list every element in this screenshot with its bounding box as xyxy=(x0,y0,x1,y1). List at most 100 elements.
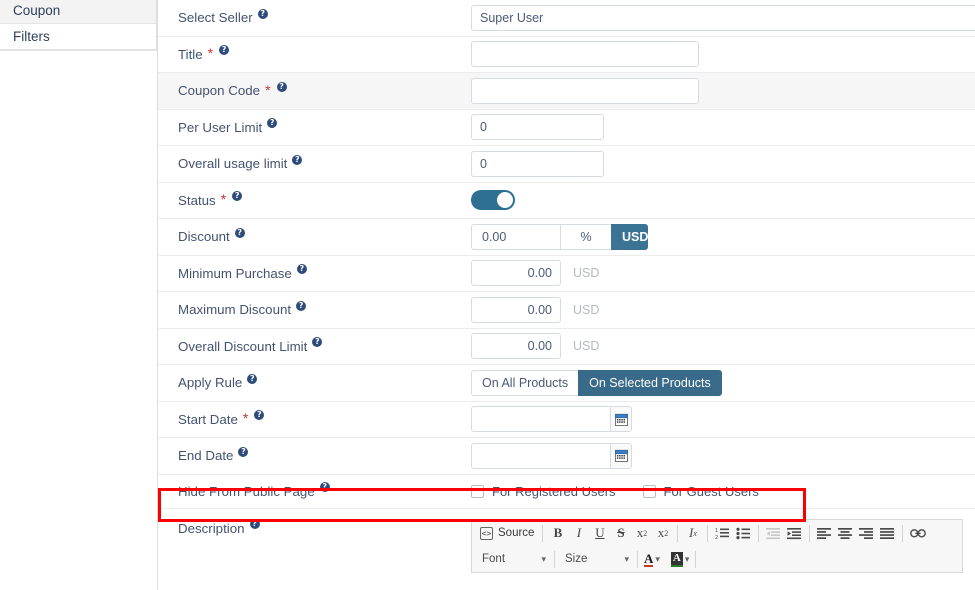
help-icon[interactable]: ? xyxy=(232,191,243,202)
overall-usage-limit-input[interactable] xyxy=(471,150,604,177)
bold-icon[interactable]: B xyxy=(547,523,568,544)
font-size-select[interactable]: Size ▾ xyxy=(559,549,633,570)
toolbar-separator xyxy=(637,550,638,568)
field-maximum-discount: USD xyxy=(471,296,599,323)
label-title: Title * ? xyxy=(178,45,471,62)
checkbox-box[interactable] xyxy=(471,484,484,498)
label-end-date: End Date ? xyxy=(178,446,471,463)
coupon-code-input[interactable] xyxy=(471,77,699,104)
label-text: Start Date xyxy=(178,411,238,427)
toolbar-separator xyxy=(707,524,709,542)
start-date-input[interactable] xyxy=(471,406,611,433)
help-icon[interactable]: ? xyxy=(249,519,260,529)
source-button[interactable]: <> Source xyxy=(476,523,538,543)
discount-percent-button[interactable]: % xyxy=(560,223,612,250)
toolbar-separator xyxy=(554,550,555,568)
help-icon[interactable]: ? xyxy=(247,373,258,384)
field-description: <> Source B I U S x2 x2 Ix 1 2 Font ▾ Si… xyxy=(471,518,963,573)
checkbox-box[interactable] xyxy=(642,484,656,498)
source-button-label: Source xyxy=(498,527,535,539)
font-family-select[interactable]: Font ▾ xyxy=(476,549,550,570)
label-select-seller: Select Seller ? xyxy=(178,8,471,25)
field-select-seller xyxy=(471,4,975,31)
checkbox-for-registered-users[interactable]: For Registered Users xyxy=(471,484,616,499)
status-toggle[interactable] xyxy=(471,190,515,211)
align-justify-icon[interactable] xyxy=(877,523,898,544)
help-icon[interactable]: ? xyxy=(276,81,287,92)
help-icon[interactable]: ? xyxy=(238,446,249,457)
overall-discount-limit-input[interactable] xyxy=(471,333,561,360)
align-center-icon[interactable] xyxy=(835,523,856,544)
discount-currency-button[interactable]: USD xyxy=(611,223,648,250)
field-apply-rule: On All Products On Selected Products xyxy=(471,369,722,396)
help-icon[interactable]: ? xyxy=(254,410,265,421)
sidebar-menu: Coupon Filters xyxy=(0,0,157,51)
remove-format-icon[interactable]: Ix xyxy=(682,523,703,544)
source-code-icon: <> xyxy=(480,526,493,540)
help-icon[interactable]: ? xyxy=(234,227,245,238)
help-icon[interactable]: ? xyxy=(319,482,330,492)
row-title: Title * ? xyxy=(158,36,975,73)
label-maximum-discount: Maximum Discount ? xyxy=(178,300,471,318)
sidebar-item-coupon-label: Coupon xyxy=(13,3,61,18)
help-icon[interactable]: ? xyxy=(257,8,268,19)
discount-amount-input[interactable] xyxy=(471,223,561,250)
background-color-button[interactable]: A ▾ xyxy=(669,551,691,567)
row-minimum-purchase: Minimum Purchase ? USD xyxy=(158,255,975,292)
help-icon[interactable]: ? xyxy=(312,337,323,348)
font-size-label: Size xyxy=(565,553,588,565)
help-icon[interactable]: ? xyxy=(296,300,307,311)
field-per-user-limit xyxy=(471,114,604,141)
row-start-date: Start Date * ? xyxy=(158,401,975,438)
numbered-list-icon[interactable]: 12 xyxy=(712,523,733,544)
svg-text:2: 2 xyxy=(715,535,718,540)
bulleted-list-icon[interactable] xyxy=(733,523,754,544)
align-left-icon[interactable] xyxy=(814,523,835,544)
subscript-icon[interactable]: x2 xyxy=(631,523,652,544)
field-end-date xyxy=(471,442,632,469)
field-coupon-code xyxy=(471,77,699,104)
end-date-input[interactable] xyxy=(471,442,611,469)
title-input[interactable] xyxy=(471,41,699,68)
label-minimum-purchase: Minimum Purchase ? xyxy=(178,264,471,281)
select-seller-input[interactable] xyxy=(471,4,975,31)
apply-rule-option-selected[interactable]: On Selected Products xyxy=(578,369,722,396)
link-icon[interactable] xyxy=(907,523,929,544)
row-overall-usage-limit: Overall usage limit ? xyxy=(158,146,975,183)
italic-icon[interactable]: I xyxy=(568,523,589,544)
row-end-date: End Date ? xyxy=(158,438,975,475)
toolbar-separator xyxy=(695,550,697,568)
sidebar-item-coupon[interactable]: Coupon xyxy=(0,0,156,24)
increase-indent-icon[interactable] xyxy=(784,523,805,544)
minimum-purchase-input[interactable] xyxy=(471,260,561,287)
row-select-seller: Select Seller ? xyxy=(158,0,975,37)
calendar-icon[interactable] xyxy=(610,442,632,469)
row-status: Status * ? xyxy=(158,182,975,219)
sidebar-item-filters[interactable]: Filters xyxy=(0,24,156,50)
strikethrough-icon[interactable]: S xyxy=(610,523,631,544)
font-family-label: Font xyxy=(482,553,506,565)
label-text: Discount xyxy=(178,229,230,245)
label-overall-discount-limit: Overall Discount Limit ? xyxy=(178,337,471,354)
help-icon[interactable]: ? xyxy=(292,154,303,165)
per-user-limit-input[interactable] xyxy=(471,114,604,141)
superscript-icon[interactable]: x2 xyxy=(652,523,673,544)
underline-icon[interactable]: U xyxy=(589,523,610,544)
apply-rule-option-all[interactable]: On All Products xyxy=(471,369,580,396)
label-text: Maximum Discount xyxy=(178,302,292,318)
field-start-date xyxy=(471,406,632,433)
checkbox-for-guest-users[interactable]: For Guest Users xyxy=(642,484,759,499)
label-text: Hide From Public Page xyxy=(178,483,315,499)
help-icon[interactable]: ? xyxy=(267,118,278,129)
chevron-down-icon: ▾ xyxy=(655,553,660,564)
maximum-discount-input[interactable] xyxy=(471,296,561,323)
field-overall-discount-limit: USD xyxy=(471,333,599,360)
sidebar: Coupon Filters xyxy=(0,0,158,590)
help-icon[interactable]: ? xyxy=(296,264,307,275)
help-icon[interactable]: ? xyxy=(219,45,230,56)
text-color-button[interactable]: A ▾ xyxy=(642,552,662,567)
align-right-icon[interactable] xyxy=(856,523,877,544)
calendar-icon[interactable] xyxy=(610,406,632,433)
required-marker: * xyxy=(265,81,271,98)
toolbar-separator xyxy=(542,524,544,542)
